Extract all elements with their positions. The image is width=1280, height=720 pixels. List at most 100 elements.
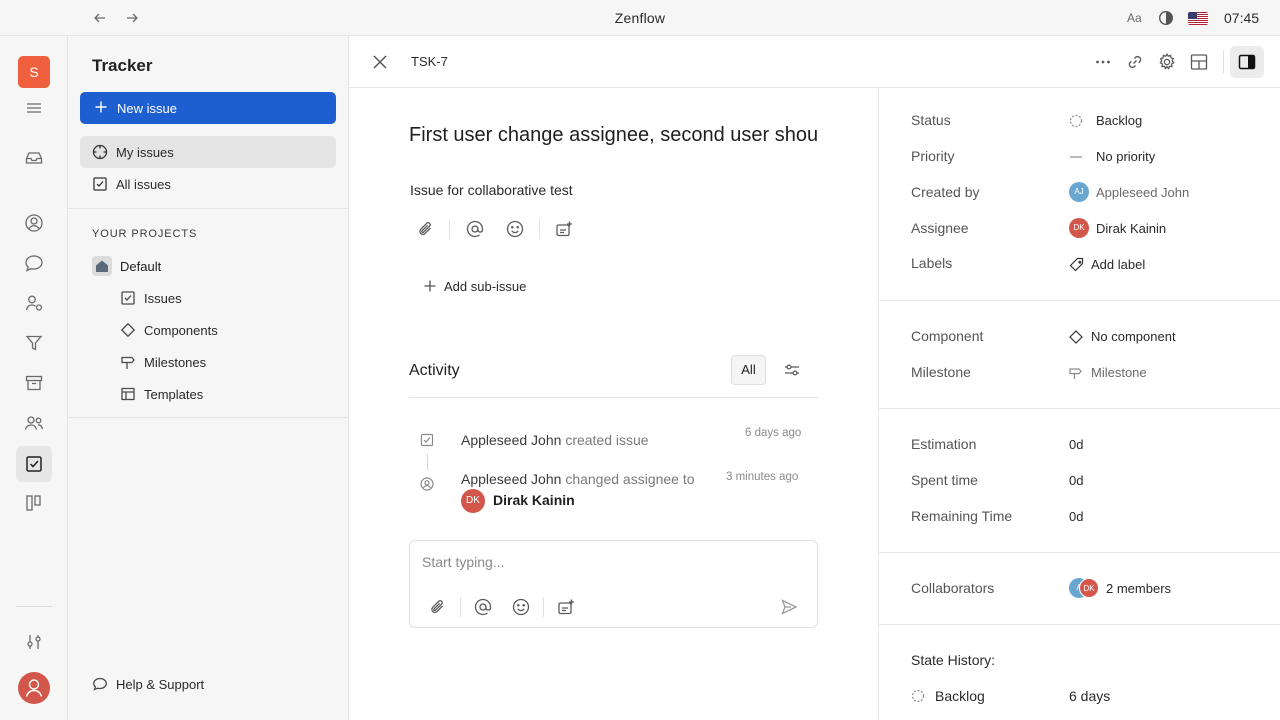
mention-icon[interactable]: [465, 219, 485, 239]
activity-action: created issue: [565, 432, 649, 448]
comment-editor[interactable]: Start typing...: [409, 540, 818, 628]
send-icon[interactable]: [779, 597, 799, 617]
emoji-icon[interactable]: [505, 219, 525, 239]
theme-toggle-icon[interactable]: [1158, 10, 1174, 26]
avatar: DK: [1079, 578, 1099, 598]
contacts-icon[interactable]: [24, 213, 44, 233]
status-text: Backlog: [1096, 113, 1143, 128]
sidebar-item-label: Templates: [144, 387, 204, 402]
divider: [68, 208, 349, 209]
avatar: AJ: [1069, 182, 1089, 202]
state-history-duration: 6 days: [1069, 688, 1111, 704]
new-issue-label: New issue: [117, 101, 177, 116]
rail-divider: [16, 606, 52, 607]
recruit-icon[interactable]: [24, 413, 44, 433]
issue-title[interactable]: First user change assignee, second user …: [409, 124, 819, 147]
us-flag-icon[interactable]: [1188, 12, 1208, 25]
status-label: Status: [911, 112, 951, 128]
comment-input[interactable]: Start typing...: [422, 554, 504, 570]
filter-settings-icon[interactable]: [783, 361, 801, 379]
font-size-icon[interactable]: Aa: [1127, 11, 1142, 25]
emoji-icon[interactable]: [511, 597, 531, 617]
remaining-time-value[interactable]: 0d: [1069, 509, 1083, 524]
spent-time-value[interactable]: 0d: [1069, 473, 1083, 488]
issue-id: TSK-7: [411, 54, 448, 69]
labels-label: Labels: [911, 255, 953, 271]
divider: [879, 300, 1280, 301]
activity-action: changed assignee to: [565, 471, 695, 487]
sidebar-item-my-issues[interactable]: My issues: [80, 136, 336, 168]
divider: [879, 408, 1280, 409]
issue-details-panel: Status Backlog Priority No priority Crea…: [878, 88, 1280, 720]
app-rail: S: [0, 36, 68, 720]
my-issues-icon: [92, 144, 108, 160]
divider: [879, 552, 1280, 553]
templates-icon: [120, 386, 136, 402]
sidebar-item-label: Issues: [144, 291, 182, 306]
funnel-icon[interactable]: [24, 333, 44, 353]
all-issues-icon: [92, 176, 108, 192]
divider: [879, 624, 1280, 625]
mention-icon[interactable]: [473, 597, 493, 617]
new-issue-button[interactable]: New issue: [80, 92, 336, 124]
activity-user[interactable]: Appleseed John: [461, 471, 561, 487]
chat-icon[interactable]: [24, 253, 44, 273]
add-attachment-icon[interactable]: [556, 597, 576, 617]
activity-entry-text: Appleseed John created issue: [461, 432, 649, 448]
close-icon[interactable]: [371, 53, 389, 71]
divider: [539, 219, 540, 239]
panel-right-icon: [1238, 53, 1256, 71]
assignee-text: Dirak Kainin: [1096, 221, 1167, 236]
menu-icon[interactable]: [24, 98, 44, 118]
toggle-sidebar-button[interactable]: [1230, 46, 1264, 78]
tracker-icon[interactable]: [24, 454, 44, 474]
more-options-icon[interactable]: [1093, 52, 1113, 72]
assignee-name[interactable]: Dirak Kainin: [493, 492, 575, 508]
component-label: Component: [911, 328, 984, 344]
issue-description[interactable]: Issue for collaborative test: [410, 182, 573, 198]
collaborators-text: 2 members: [1106, 581, 1172, 596]
project-default[interactable]: Default: [92, 256, 336, 276]
priority-label: Priority: [911, 148, 955, 164]
tag-icon: [1069, 257, 1084, 272]
app-title: Zenflow: [614, 10, 666, 26]
backlog-status-icon: [911, 689, 925, 703]
layout-icon[interactable]: [1189, 52, 1209, 72]
component-diamond-icon: [1069, 330, 1083, 344]
settings-sliders-icon[interactable]: [24, 632, 44, 652]
collaborators-label: Collaborators: [911, 580, 995, 596]
created-by-label: Created by: [911, 184, 980, 200]
gear-icon[interactable]: [1157, 52, 1177, 72]
team-icon[interactable]: [24, 293, 44, 313]
inbox-icon[interactable]: [24, 148, 44, 168]
clock: 07:45: [1224, 10, 1260, 26]
divider: [449, 219, 450, 239]
archive-icon[interactable]: [24, 373, 44, 393]
attach-icon[interactable]: [428, 597, 448, 617]
board-icon[interactable]: [24, 493, 44, 513]
divider: [68, 417, 349, 418]
help-label: Help & Support: [116, 677, 205, 692]
attach-icon[interactable]: [416, 219, 436, 239]
project-name: Default: [120, 259, 162, 274]
issues-icon: [120, 290, 136, 306]
milestones-icon: [120, 354, 136, 370]
activity-filter-all-button[interactable]: All: [731, 355, 766, 385]
estimation-value[interactable]: 0d: [1069, 437, 1083, 452]
divider: [543, 597, 544, 617]
component-text: No component: [1091, 329, 1176, 344]
top-bar: Zenflow Aa 07:45: [0, 0, 1280, 36]
add-attachment-icon[interactable]: [554, 219, 574, 239]
activity-title: Activity: [409, 362, 460, 379]
profile-avatar[interactable]: [18, 672, 50, 704]
issue-header: TSK-7: [349, 36, 1280, 88]
activity-user[interactable]: Appleseed John: [461, 432, 561, 448]
projects-header: YOUR PROJECTS: [92, 228, 198, 240]
sidebar-item-label: Components: [144, 323, 218, 338]
sidebar-item-all-issues[interactable]: All issues: [80, 168, 336, 200]
components-icon: [120, 322, 136, 338]
sidebar-item-label: My issues: [116, 145, 174, 160]
copy-link-icon[interactable]: [1125, 52, 1145, 72]
workspace-badge[interactable]: S: [18, 56, 50, 88]
add-label-text: Add label: [1091, 257, 1146, 272]
